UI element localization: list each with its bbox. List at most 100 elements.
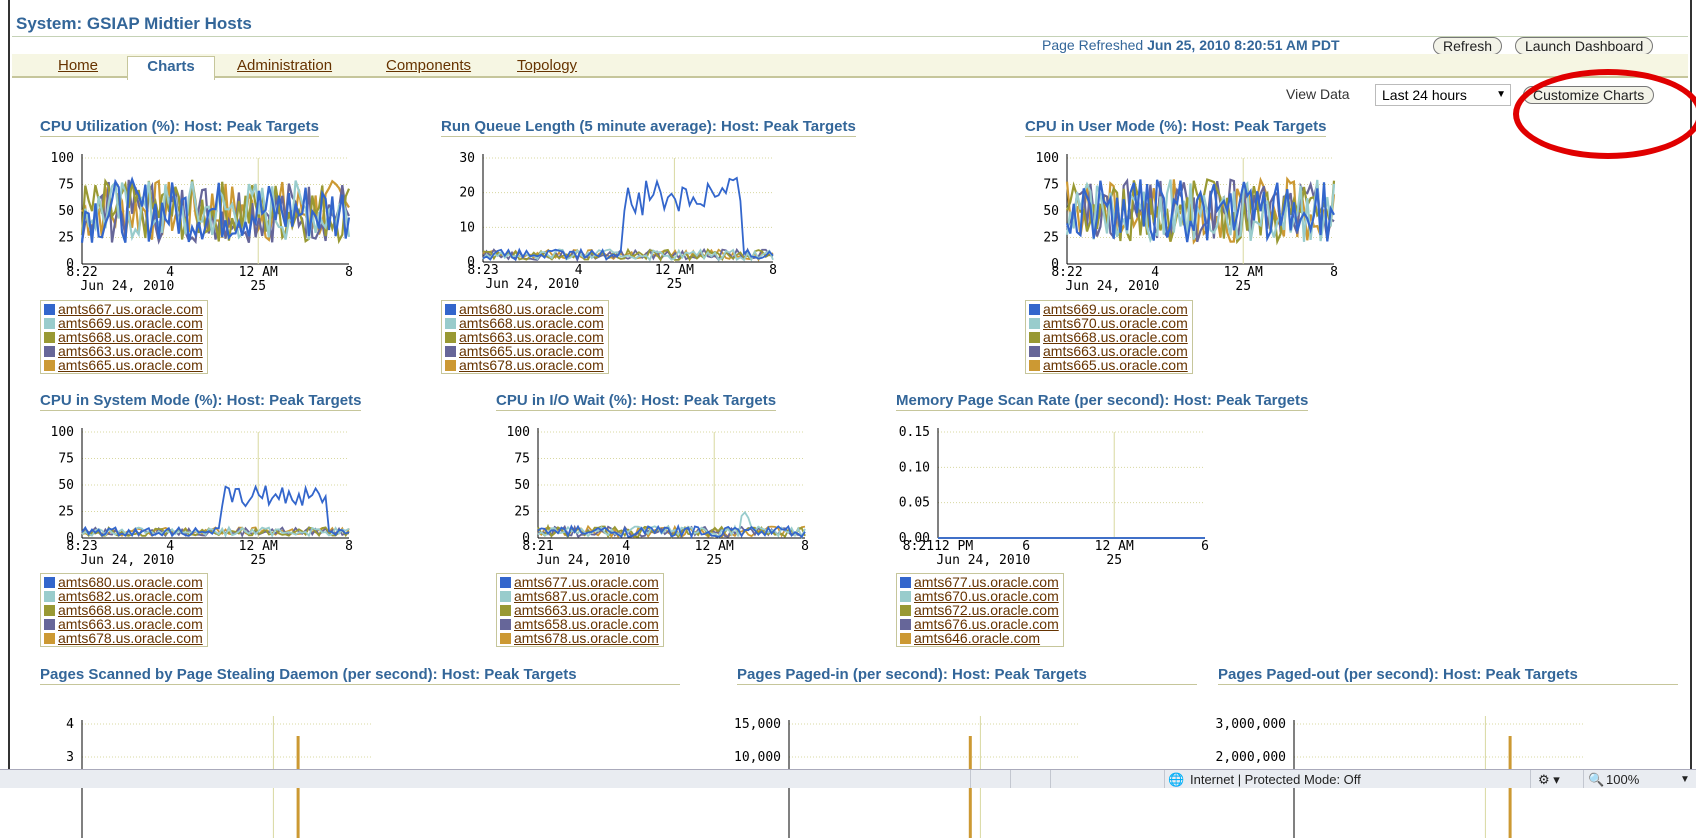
- legend-item[interactable]: amts678.us.oracle.com: [445, 358, 604, 372]
- legend-swatch: [445, 332, 456, 343]
- legend-item[interactable]: amts677.us.oracle.com: [500, 575, 659, 589]
- x-tick-label: 8: [801, 539, 809, 554]
- y-tick-label: 50: [514, 478, 530, 493]
- legend-link[interactable]: amts678.us.oracle.com: [58, 630, 203, 646]
- legend-item[interactable]: amts668.us.oracle.com: [44, 603, 203, 617]
- legend-item[interactable]: amts687.us.oracle.com: [500, 589, 659, 603]
- refreshed-timestamp: Jun 25, 2010 8:20:51 AM PDT: [1147, 37, 1340, 53]
- chevron-down-icon: ▼: [1496, 89, 1506, 100]
- refreshed-label: Page Refreshed: [1042, 37, 1144, 53]
- x-sub-label: 25: [706, 553, 722, 568]
- x-tick-label: 4: [622, 539, 630, 554]
- legend-item[interactable]: amts658.us.oracle.com: [500, 617, 659, 631]
- x-tick-label: 8:22: [66, 265, 97, 280]
- chart-legend: amts677.us.oracle.com amts687.us.oracle.c…: [496, 573, 664, 647]
- y-tick-label: 75: [1043, 178, 1059, 193]
- legend-item[interactable]: amts646.oracle.com: [900, 631, 1059, 645]
- tab-home-label[interactable]: Home: [58, 57, 98, 74]
- refresh-button[interactable]: Refresh: [1433, 37, 1503, 55]
- legend-item[interactable]: amts676.us.oracle.com: [900, 617, 1059, 631]
- legend-link[interactable]: amts678.us.oracle.com: [459, 357, 604, 373]
- chart-title: CPU in System Mode (%): Host: Peak Targe…: [40, 392, 362, 411]
- tab-components[interactable]: Components: [386, 56, 496, 78]
- chart-legend: amts680.us.oracle.com amts682.us.oracle.c…: [40, 573, 208, 647]
- y-tick-label: 25: [58, 505, 74, 520]
- legend-swatch: [44, 577, 55, 588]
- legend-swatch: [900, 633, 911, 644]
- y-tick-label: 15,000: [734, 717, 781, 732]
- x-tick-label: 12 AM: [1224, 265, 1263, 280]
- chart-plot: 10075502508:22 4 12 AM 8Jun 24, 2010 25: [1036, 151, 1338, 294]
- protected-mode-icon[interactable]: ⚙ ▾: [1538, 772, 1560, 788]
- legend-link[interactable]: amts646.oracle.com: [914, 630, 1040, 646]
- legend-item[interactable]: amts663.us.oracle.com: [445, 330, 604, 344]
- legend-item[interactable]: amts665.us.oracle.com: [445, 344, 604, 358]
- legend-item[interactable]: amts669.us.oracle.com: [1029, 302, 1188, 316]
- legend-item[interactable]: amts663.us.oracle.com: [500, 603, 659, 617]
- legend-link[interactable]: amts665.us.oracle.com: [1043, 357, 1188, 373]
- legend-swatch: [1029, 318, 1040, 329]
- x-sub-label: Jun 24, 2010: [80, 553, 174, 568]
- legend-item[interactable]: amts665.us.oracle.com: [1029, 358, 1188, 372]
- y-tick-label: 10: [459, 220, 475, 235]
- customize-charts-button[interactable]: Customize Charts: [1523, 86, 1655, 104]
- tab-components-label[interactable]: Components: [386, 57, 471, 74]
- view-data-select[interactable]: Last 24 hours ▼: [1375, 84, 1511, 106]
- zoom-dropdown-icon[interactable]: ▼: [1680, 774, 1690, 785]
- legend-item[interactable]: amts670.us.oracle.com: [900, 589, 1059, 603]
- legend-item[interactable]: amts677.us.oracle.com: [900, 575, 1059, 589]
- zoom-level[interactable]: 100%: [1606, 772, 1639, 787]
- tab-administration-label[interactable]: Administration: [237, 57, 332, 74]
- browser-frame: System: GSIAP Midtier Hosts Page Refresh…: [8, 0, 1692, 769]
- legend-item[interactable]: amts669.us.oracle.com: [44, 316, 203, 330]
- legend-item[interactable]: amts667.us.oracle.com: [44, 302, 203, 316]
- y-tick-label: 10,000: [734, 750, 781, 765]
- chart-legend: amts669.us.oracle.com amts670.us.oracle.c…: [1025, 300, 1193, 374]
- y-tick-label: 75: [58, 178, 74, 193]
- tab-administration[interactable]: Administration: [237, 56, 357, 78]
- y-tick-label: 100: [51, 151, 74, 166]
- x-tick-label: 8: [345, 539, 353, 554]
- legend-swatch: [500, 577, 511, 588]
- zoom-icon[interactable]: 🔍: [1588, 772, 1604, 788]
- legend-item[interactable]: amts672.us.oracle.com: [900, 603, 1059, 617]
- legend-item[interactable]: amts668.us.oracle.com: [445, 316, 604, 330]
- y-tick-label: 0.10: [899, 460, 930, 475]
- y-tick-label: 75: [58, 452, 74, 467]
- legend-item[interactable]: amts665.us.oracle.com: [44, 358, 203, 372]
- legend-item[interactable]: amts668.us.oracle.com: [1029, 330, 1188, 344]
- page-title: System: GSIAP Midtier Hosts: [16, 14, 252, 33]
- legend-item[interactable]: amts663.us.oracle.com: [1029, 344, 1188, 358]
- x-sub-label: Jun 24, 2010: [80, 279, 174, 294]
- legend-item[interactable]: amts680.us.oracle.com: [44, 575, 203, 589]
- tab-topology[interactable]: Topology: [517, 56, 597, 78]
- tab-topology-label[interactable]: Topology: [517, 57, 577, 74]
- status-divider: [970, 770, 971, 788]
- legend-item[interactable]: amts668.us.oracle.com: [44, 330, 203, 344]
- page-refreshed: Page Refreshed Jun 25, 2010 8:20:51 AM P…: [1042, 37, 1340, 53]
- legend-item[interactable]: amts678.us.oracle.com: [44, 631, 203, 645]
- legend-item[interactable]: amts682.us.oracle.com: [44, 589, 203, 603]
- legend-item[interactable]: amts680.us.oracle.com: [445, 302, 604, 316]
- legend-item[interactable]: amts663.us.oracle.com: [44, 617, 203, 631]
- view-data-label: View Data: [1286, 86, 1350, 102]
- legend-swatch: [445, 318, 456, 329]
- legend-item[interactable]: amts670.us.oracle.com: [1029, 316, 1188, 330]
- tab-charts[interactable]: Charts: [127, 56, 215, 80]
- status-bar: 🌐 Internet | Protected Mode: Off ⚙ ▾ 🔍 1…: [0, 769, 1696, 788]
- chart-plot: 10075502508:23 4 12 AM 8Jun 24, 2010 25: [51, 425, 353, 568]
- legend-link[interactable]: amts678.us.oracle.com: [514, 630, 659, 646]
- legend-swatch: [900, 619, 911, 630]
- x-tick-label: 4: [166, 539, 174, 554]
- y-tick-label: 50: [58, 478, 74, 493]
- launch-dashboard-button[interactable]: Launch Dashboard: [1515, 37, 1654, 55]
- tab-home[interactable]: Home: [58, 56, 108, 78]
- legend-swatch: [900, 605, 911, 616]
- x-tick-label: 8:21: [522, 539, 553, 554]
- y-tick-label: 30: [459, 151, 475, 166]
- legend-link[interactable]: amts665.us.oracle.com: [58, 357, 203, 373]
- legend-item[interactable]: amts678.us.oracle.com: [500, 631, 659, 645]
- legend-swatch: [1029, 304, 1040, 315]
- legend-item[interactable]: amts663.us.oracle.com: [44, 344, 203, 358]
- y-tick-label: 2,000,000: [1216, 750, 1286, 765]
